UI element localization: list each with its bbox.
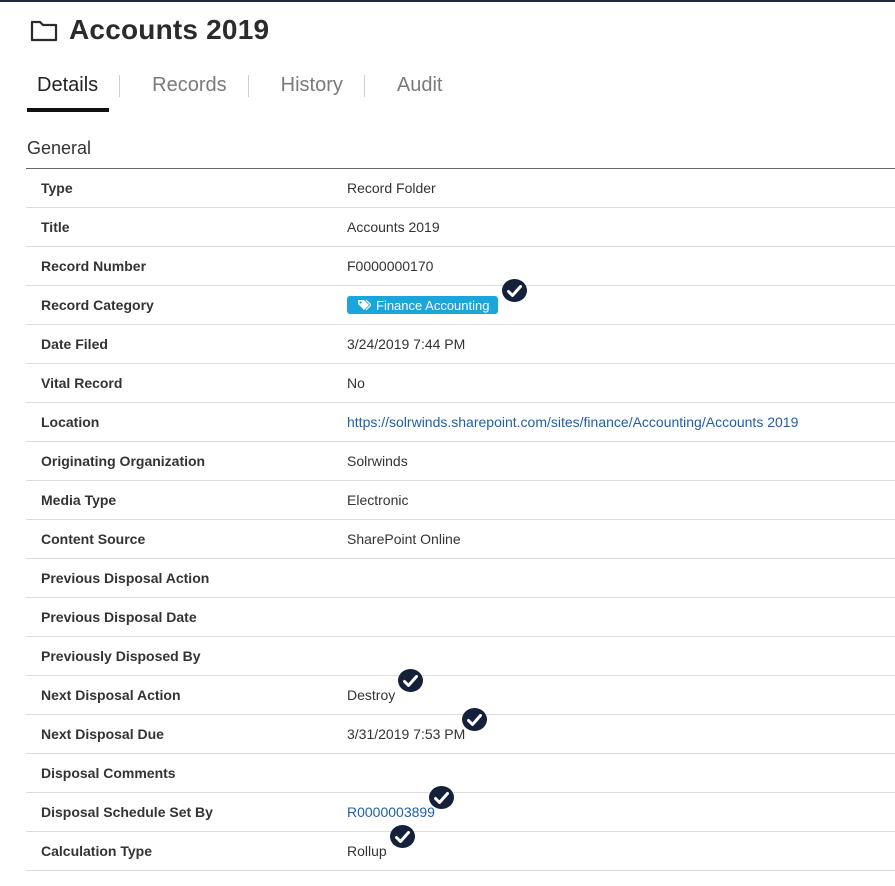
table-row-media-type: Media Type Electronic: [26, 481, 895, 520]
field-value: SharePoint Online: [347, 531, 461, 547]
field-label: Content Source: [41, 531, 146, 547]
tab-divider: [363, 75, 365, 97]
check-icon: [502, 279, 527, 302]
page-header: Accounts 2019: [30, 14, 269, 46]
table-row-disposal-comments: Disposal Comments: [26, 754, 895, 793]
table-row-next-disposal-action: Next Disposal Action Destroy: [26, 669, 895, 715]
field-label: Type: [41, 180, 73, 196]
tab-details[interactable]: Details: [26, 64, 110, 112]
table-row-previous-disposal-date: Previous Disposal Date: [26, 598, 895, 637]
check-icon: [462, 708, 487, 731]
field-label: Disposal Schedule Set By: [41, 804, 213, 820]
field-value: 3/31/2019 7:53 PM: [347, 726, 466, 742]
field-label: Previously Disposed By: [41, 648, 201, 664]
field-label: Disposal Comments: [41, 765, 176, 781]
tab-bar: Details Records History Audit: [26, 64, 453, 112]
field-value: Record Folder: [347, 180, 436, 196]
tab-records[interactable]: Records: [141, 64, 237, 112]
field-label: Next Disposal Action: [41, 687, 181, 703]
field-value: Destroy: [347, 687, 396, 703]
table-row-record-number: Record Number F0000000170: [26, 247, 895, 286]
field-value: F0000000170: [347, 258, 434, 274]
table-row-location: Location https://solrwinds.sharepoint.co…: [26, 403, 895, 442]
table-row-vital-record: Vital Record No: [26, 364, 895, 403]
table-row-date-filed: Date Filed 3/24/2019 7:44 PM: [26, 325, 895, 364]
table-row-type: Type Record Folder: [26, 169, 895, 208]
check-icon: [390, 825, 415, 848]
field-value: Electronic: [347, 492, 409, 508]
field-value: Solrwinds: [347, 453, 408, 469]
field-value: Accounts 2019: [347, 219, 440, 235]
table-row-next-disposal-due: Next Disposal Due 3/31/2019 7:53 PM: [26, 708, 895, 754]
field-label: Next Disposal Due: [41, 726, 164, 742]
table-row-content-source: Content Source SharePoint Online: [26, 520, 895, 559]
tag-icon: [358, 299, 371, 311]
tab-divider: [247, 75, 249, 97]
table-row-disposal-schedule-set-by: Disposal Schedule Set By R0000003899: [26, 786, 895, 832]
field-value: Rollup: [347, 843, 387, 859]
disposal-schedule-link[interactable]: R0000003899: [347, 804, 435, 820]
field-label: Media Type: [41, 492, 117, 508]
field-label: Previous Disposal Date: [41, 609, 197, 625]
field-label: Date Filed: [41, 336, 108, 352]
tab-history[interactable]: History: [270, 64, 354, 112]
field-value: No: [347, 375, 365, 391]
field-label: Title: [41, 219, 70, 235]
field-value: 3/24/2019 7:44 PM: [347, 336, 466, 352]
field-label: Location: [41, 414, 100, 430]
folder-icon: [30, 20, 58, 42]
table-row-originating-organization: Originating Organization Solrwinds: [26, 442, 895, 481]
field-label: Originating Organization: [41, 453, 206, 469]
field-label: Record Number: [41, 258, 147, 274]
table-row-calculation-type: Calculation Type Rollup: [26, 825, 895, 871]
table-row-record-category: Record Category Finance Accounting: [26, 279, 895, 325]
field-label: Vital Record: [41, 375, 123, 391]
table-row-title: Title Accounts 2019: [26, 208, 895, 247]
table-row-previous-disposal-action: Previous Disposal Action: [26, 559, 895, 598]
location-link[interactable]: https://solrwinds.sharepoint.com/sites/f…: [347, 414, 798, 430]
details-table: Type Record Folder Title Accounts 2019 R…: [26, 168, 895, 871]
tab-audit[interactable]: Audit: [386, 64, 454, 112]
field-label: Calculation Type: [41, 843, 152, 859]
tag-label: Finance Accounting: [376, 297, 490, 313]
check-icon: [398, 669, 423, 692]
record-category-tag[interactable]: Finance Accounting: [347, 296, 499, 314]
field-label: Previous Disposal Action: [41, 570, 210, 586]
field-label: Record Category: [41, 297, 154, 313]
section-title: General: [27, 138, 92, 158]
field-value-container: Finance Accounting: [347, 296, 499, 314]
check-icon: [429, 786, 454, 809]
tab-divider: [119, 75, 121, 97]
table-row-previously-disposed-by: Previously Disposed By: [26, 637, 895, 676]
page-title: Accounts 2019: [69, 14, 270, 45]
